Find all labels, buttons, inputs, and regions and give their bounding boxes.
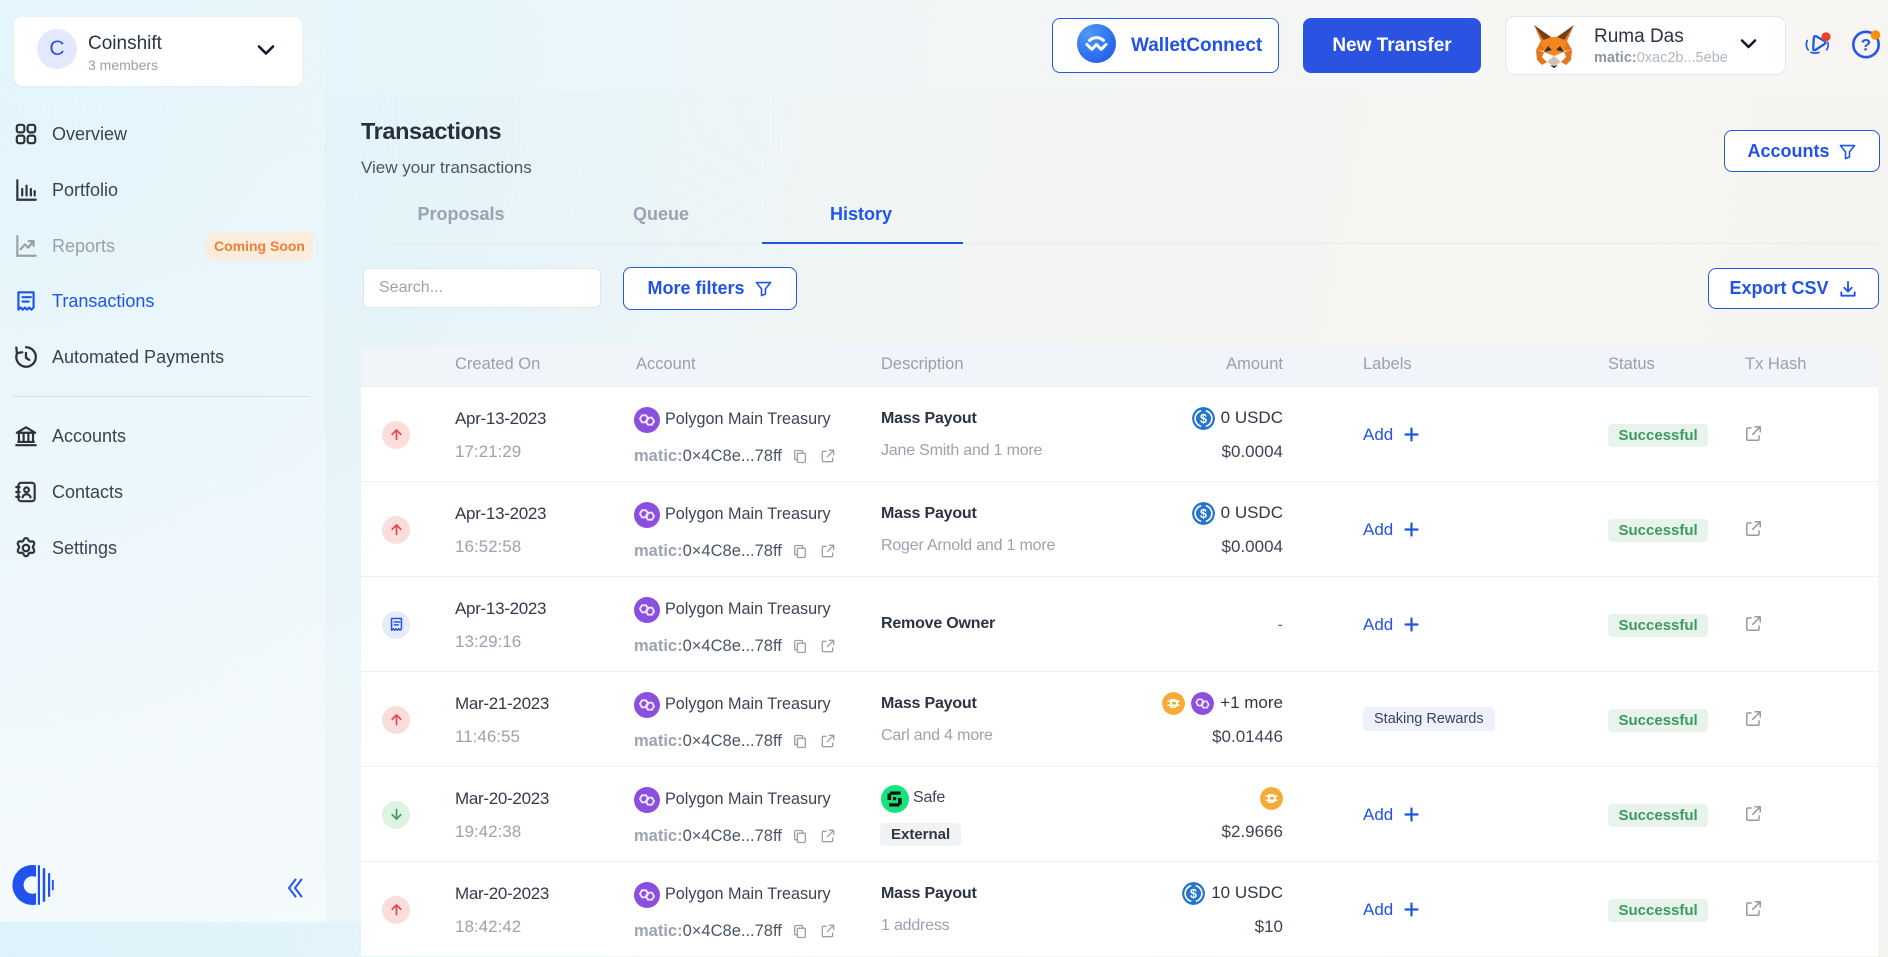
svg-text:$: $ <box>1200 507 1207 521</box>
svg-text:D: D <box>1169 696 1178 711</box>
svg-text:$: $ <box>1200 412 1207 426</box>
svg-text:?: ? <box>1861 36 1871 55</box>
svg-text:$: $ <box>1190 887 1197 901</box>
svg-text:D: D <box>1267 791 1276 806</box>
